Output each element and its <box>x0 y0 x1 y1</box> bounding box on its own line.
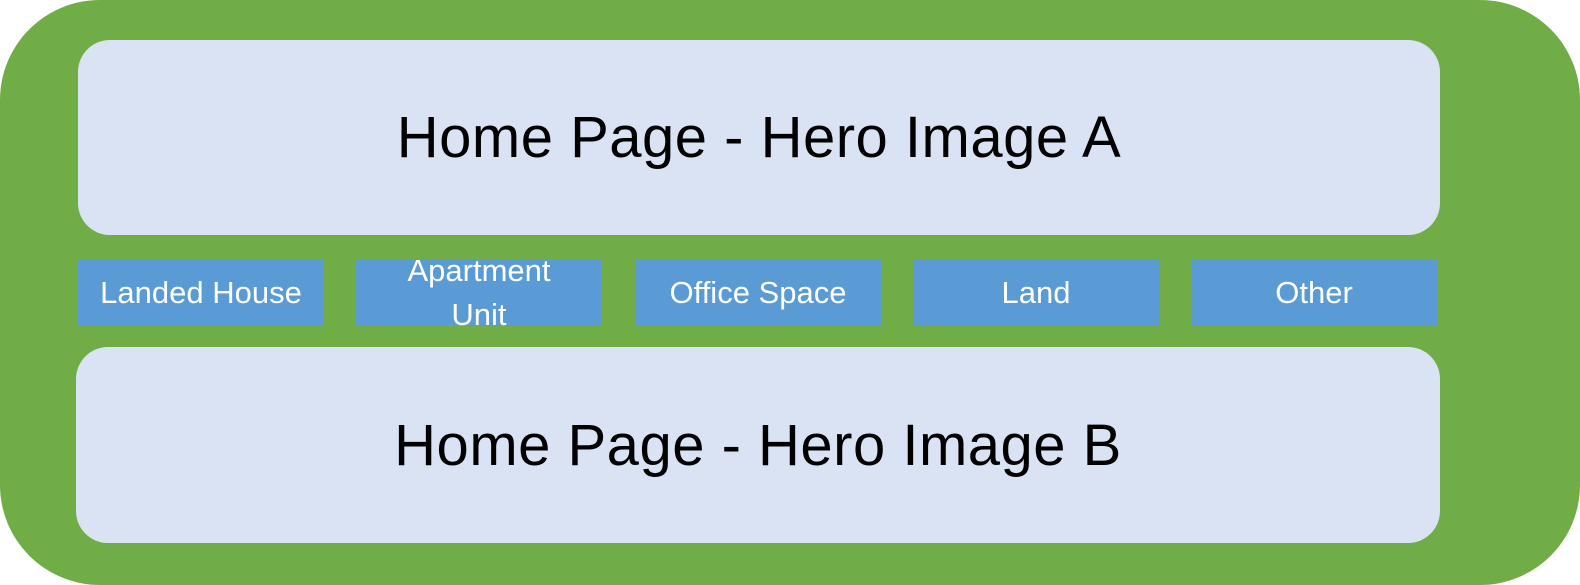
page-frame: Home Page - Hero Image A Landed House Ap… <box>0 0 1580 585</box>
category-landed-house-button[interactable]: Landed House <box>78 259 324 326</box>
category-apartment-unit-label: Apartment Unit <box>407 252 551 332</box>
hero-image-b-label: Home Page - Hero Image B <box>394 412 1122 478</box>
category-apartment-unit-button[interactable]: Apartment Unit <box>356 253 602 332</box>
category-land-button[interactable]: Land <box>913 259 1159 326</box>
hero-image-b[interactable]: Home Page - Hero Image B <box>76 347 1440 543</box>
category-other-button[interactable]: Other <box>1191 259 1437 326</box>
category-land-label: Land <box>1001 274 1071 310</box>
category-other-label: Other <box>1275 274 1353 310</box>
category-office-space-button[interactable]: Office Space <box>635 259 881 326</box>
category-landed-house-label: Landed House <box>100 274 302 310</box>
hero-image-a-label: Home Page - Hero Image A <box>396 105 1122 170</box>
hero-image-a[interactable]: Home Page - Hero Image A <box>78 40 1440 235</box>
category-office-space-label: Office Space <box>669 274 847 310</box>
